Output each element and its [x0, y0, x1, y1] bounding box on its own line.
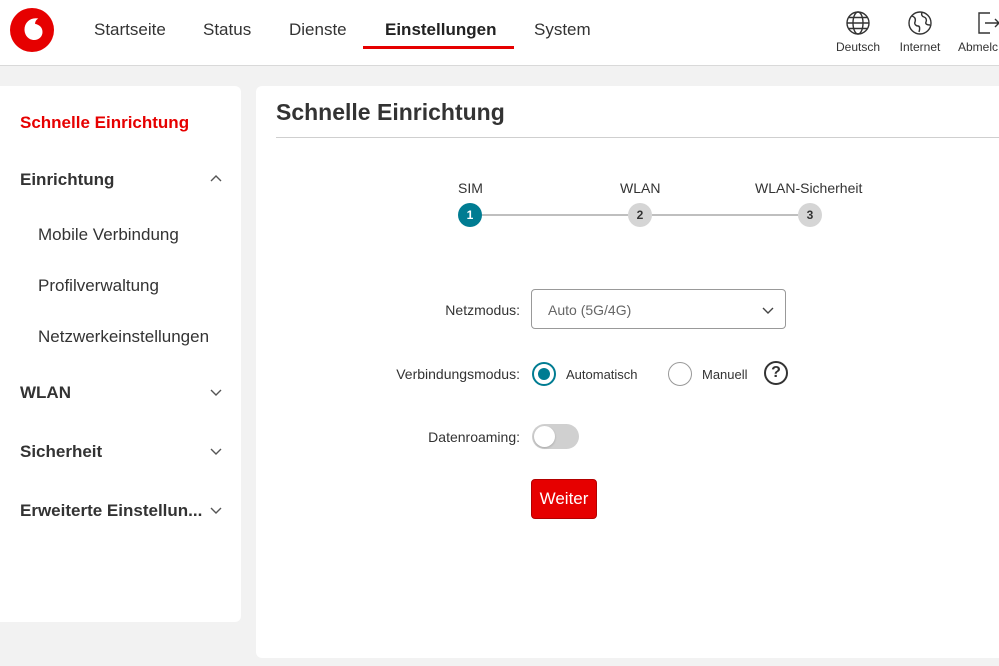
sidebar-group-wlan[interactable]: WLAN	[20, 383, 71, 403]
language-label: Deutsch	[835, 40, 881, 54]
language-button[interactable]: Deutsch	[832, 10, 884, 54]
nav-einstellungen[interactable]: Einstellungen	[385, 20, 496, 40]
sidebar-item-schnelle-einrichtung[interactable]: Schnelle Einrichtung	[20, 113, 189, 133]
internet-button[interactable]: Internet	[894, 10, 946, 54]
step-indicator-2: 2	[628, 203, 652, 227]
step-label-wlan-sicherheit: WLAN-Sicherheit	[755, 180, 863, 196]
sidebar-item-mobile-verbindung[interactable]: Mobile Verbindung	[38, 225, 179, 245]
top-bar: Startseite Status Dienste Einstellungen …	[0, 0, 999, 66]
chevron-down-icon[interactable]	[208, 443, 224, 459]
chevron-up-icon[interactable]	[208, 171, 224, 187]
sidebar-item-netzwerkeinstellungen[interactable]: Netzwerkeinstellungen	[38, 327, 209, 347]
step-label-wlan: WLAN	[620, 180, 661, 196]
netzmodus-value: Auto (5G/4G)	[548, 302, 632, 318]
sidebar-group-erweiterte-einstellungen[interactable]: Erweiterte Einstellun...	[20, 501, 202, 521]
globe-icon	[846, 11, 870, 35]
netzmodus-label: Netzmodus:	[445, 302, 520, 318]
nav-system[interactable]: System	[534, 20, 591, 40]
chevron-down-icon[interactable]	[208, 502, 224, 518]
internet-label: Internet	[899, 40, 941, 54]
sidebar-item-profilverwaltung[interactable]: Profilverwaltung	[38, 276, 159, 296]
radio-manuell-label[interactable]: Manuell	[702, 367, 748, 382]
help-icon[interactable]: ?	[764, 361, 788, 385]
datenroaming-toggle[interactable]	[532, 424, 579, 449]
verbindungsmodus-label: Verbindungsmodus:	[396, 366, 520, 382]
radio-automatisch[interactable]	[532, 362, 556, 386]
radio-automatisch-label[interactable]: Automatisch	[566, 367, 638, 382]
chevron-down-icon	[762, 307, 774, 314]
step-indicator-3: 3	[798, 203, 822, 227]
netzmodus-select[interactable]: Auto (5G/4G)	[531, 289, 786, 329]
sidebar: Schnelle Einrichtung Einrichtung Mobile …	[0, 86, 241, 622]
logout-label: Abmelc	[958, 40, 999, 54]
internet-globe-icon	[908, 11, 932, 35]
logout-button[interactable]: Abmelc	[956, 10, 999, 54]
active-nav-indicator	[363, 46, 514, 49]
vodafone-logo-icon[interactable]	[10, 8, 54, 52]
sidebar-group-sicherheit[interactable]: Sicherheit	[20, 442, 102, 462]
nav-startseite[interactable]: Startseite	[94, 20, 166, 40]
step-connector	[652, 214, 798, 216]
step-connector	[482, 214, 628, 216]
step-indicator-1: 1	[458, 203, 482, 227]
weiter-button[interactable]: Weiter	[531, 479, 597, 519]
chevron-down-icon[interactable]	[208, 384, 224, 400]
page-title: Schnelle Einrichtung	[276, 99, 505, 125]
title-divider	[276, 137, 999, 138]
sidebar-group-einrichtung[interactable]: Einrichtung	[20, 170, 114, 190]
nav-status[interactable]: Status	[203, 20, 251, 40]
radio-manuell[interactable]	[668, 362, 692, 386]
step-label-sim: SIM	[458, 180, 483, 196]
datenroaming-label: Datenroaming:	[428, 429, 520, 445]
logout-icon	[978, 12, 999, 34]
main-panel: Schnelle Einrichtung SIM WLAN WLAN-Siche…	[256, 86, 999, 658]
nav-dienste[interactable]: Dienste	[289, 20, 347, 40]
